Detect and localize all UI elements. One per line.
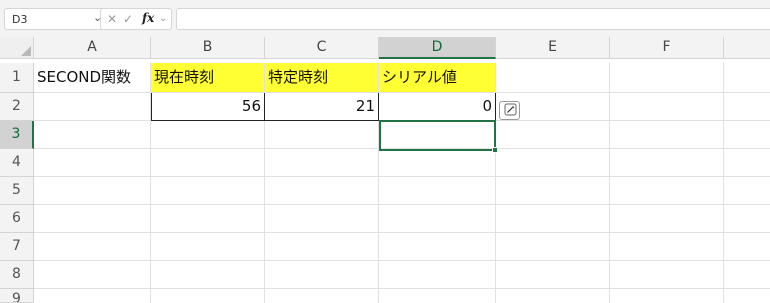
quick-analysis-button[interactable] [499,101,520,120]
cell-a6[interactable] [34,205,151,233]
row-header-8[interactable]: 8 [0,261,34,289]
column-header-a[interactable]: A [34,37,151,59]
formula-input[interactable] [176,8,770,30]
cell-e9[interactable] [496,289,610,303]
cell-a9[interactable] [34,289,151,303]
cell-g3[interactable] [724,121,770,149]
cell-b5[interactable] [151,177,265,205]
cell-d4[interactable] [379,149,496,177]
row-header-6[interactable]: 6 [0,205,34,233]
cell-f4[interactable] [610,149,724,177]
cell-c7[interactable] [265,233,379,261]
cell-f1[interactable] [610,63,724,93]
select-all-corner[interactable] [0,37,34,59]
cell-d8[interactable] [379,261,496,289]
cell-b3[interactable] [151,121,265,149]
cell-a2[interactable] [34,93,151,121]
cell-a3[interactable] [34,121,151,149]
cell-c8[interactable] [265,261,379,289]
cell-b6[interactable] [151,205,265,233]
row-header-9[interactable]: 9 [0,289,34,303]
cell-e7[interactable] [496,233,610,261]
cell-d9[interactable] [379,289,496,303]
cell-c6[interactable] [265,205,379,233]
cell-c4[interactable] [265,149,379,177]
cell-e3[interactable] [496,121,610,149]
cell-a1[interactable]: SECOND関数 [34,63,151,93]
cell-g4[interactable] [724,149,770,177]
column-header-g-partial[interactable] [724,37,770,59]
wand-icon [504,103,517,116]
formula-bar: D3 ⌄ ⁝ ✕ ✓ fx ⌄ [0,0,770,37]
row-header-1[interactable]: 1 [0,63,34,93]
cell-d2[interactable]: 0 [379,93,496,121]
cell-g6[interactable] [724,205,770,233]
cell-e1[interactable] [496,63,610,93]
cell-f5[interactable] [610,177,724,205]
cell-a7[interactable] [34,233,151,261]
insert-function-icon[interactable]: fx [142,11,154,25]
cell-f3[interactable] [610,121,724,149]
cell-g5[interactable] [724,177,770,205]
column-header-c[interactable]: C [265,37,379,59]
cell-e5[interactable] [496,177,610,205]
column-header-d[interactable]: D [379,37,496,59]
cell-b9[interactable] [151,289,265,303]
cell-c9[interactable] [265,289,379,303]
row-header-7[interactable]: 7 [0,233,34,261]
cell-d5[interactable] [379,177,496,205]
name-box-value: D3 [12,13,28,26]
cell-g9[interactable] [724,289,770,303]
cell-c1[interactable]: 特定時刻 [265,63,379,93]
formula-buttons: ✕ ✓ fx ⌄ [100,8,172,30]
fill-handle[interactable] [492,147,498,153]
cell-f7[interactable] [610,233,724,261]
cell-c3[interactable] [265,121,379,149]
function-dropdown-icon[interactable]: ⌄ [159,13,167,24]
cell-g7[interactable] [724,233,770,261]
cell-d1[interactable]: シリアル値 [379,63,496,93]
cell-b4[interactable] [151,149,265,177]
quick-analysis-icon [504,103,517,119]
column-header-e[interactable]: E [496,37,610,59]
cell-b1[interactable]: 現在時刻 [151,63,265,93]
cell-f9[interactable] [610,289,724,303]
cell-a8[interactable] [34,261,151,289]
active-cell-selection[interactable] [379,120,496,151]
cell-f6[interactable] [610,205,724,233]
cell-e8[interactable] [496,261,610,289]
select-all-triangle-icon [21,46,31,56]
row-header-4[interactable]: 4 [0,149,34,177]
cancel-icon[interactable]: ✕ [107,12,117,26]
cell-a4[interactable] [34,149,151,177]
row-header-2[interactable]: 2 [0,93,34,121]
row-header-5[interactable]: 5 [0,177,34,205]
enter-check-icon[interactable]: ✓ [123,12,133,26]
cell-f8[interactable] [610,261,724,289]
cell-g1[interactable] [724,63,770,93]
cell-d7[interactable] [379,233,496,261]
column-header-f[interactable]: F [610,37,724,59]
cell-e6[interactable] [496,205,610,233]
cell-d6[interactable] [379,205,496,233]
cell-b2[interactable]: 56 [151,93,265,121]
cell-a5[interactable] [34,177,151,205]
cell-b8[interactable] [151,261,265,289]
cell-e4[interactable] [496,149,610,177]
cell-f2[interactable] [610,93,724,121]
cell-c5[interactable] [265,177,379,205]
cell-b7[interactable] [151,233,265,261]
cell-g2[interactable] [724,93,770,121]
row-header-3[interactable]: 3 [0,121,34,149]
column-header-b[interactable]: B [151,37,265,59]
cell-c2[interactable]: 21 [265,93,379,121]
cell-g8[interactable] [724,261,770,289]
